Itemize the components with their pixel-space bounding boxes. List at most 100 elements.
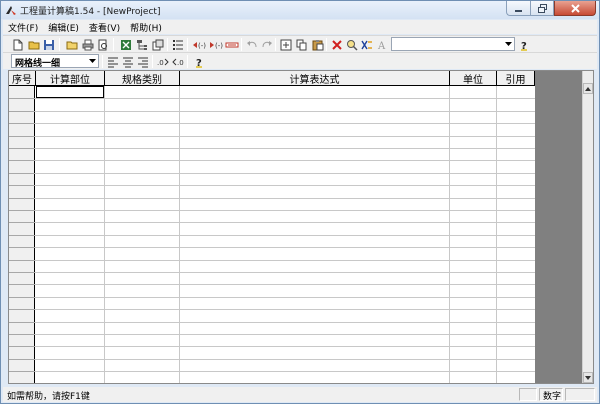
chevron-down-icon[interactable] xyxy=(87,56,97,66)
paste-button[interactable] xyxy=(311,38,324,51)
new-icon xyxy=(13,39,22,50)
preview-button[interactable] xyxy=(96,38,109,51)
insert-row-icon xyxy=(280,39,291,50)
row-header-divider xyxy=(9,235,35,236)
close-button[interactable] xyxy=(554,1,596,16)
row-header-divider xyxy=(9,210,35,211)
table-row xyxy=(9,297,535,298)
column-header-location[interactable]: 计算部位 xyxy=(36,71,105,86)
tree-button[interactable] xyxy=(135,38,148,51)
undo-icon xyxy=(246,40,256,47)
save-icon xyxy=(43,39,54,50)
save-button[interactable] xyxy=(42,38,55,51)
decimal-increase-button[interactable]: .0 xyxy=(156,55,169,68)
calc-button[interactable] xyxy=(360,38,373,51)
active-cell[interactable] xyxy=(36,86,104,98)
align-right-button[interactable] xyxy=(136,55,149,68)
arrow-up-icon xyxy=(585,86,591,91)
redo-icon xyxy=(262,40,272,47)
row-header-divider xyxy=(9,123,35,124)
new-button[interactable] xyxy=(11,38,24,51)
list-icon xyxy=(172,39,183,50)
grid-style-select[interactable]: 网格线一细 xyxy=(11,54,99,69)
preview-icon xyxy=(98,39,107,50)
app-window: 工程量计算稿1.54 - [NewProject] 文件(F) 编辑(E) 查看… xyxy=(0,0,600,404)
scroll-up-button[interactable] xyxy=(583,83,593,94)
help-icon: ? xyxy=(520,41,527,51)
help-button[interactable]: ? xyxy=(517,38,530,51)
find-icon xyxy=(346,39,358,51)
context-help-button[interactable]: ? xyxy=(192,55,205,68)
row-header-divider xyxy=(9,185,35,186)
toolbar-separator xyxy=(187,38,188,51)
app-icon xyxy=(6,6,16,15)
column-header-expression[interactable]: 计算表达式 xyxy=(180,71,450,86)
decimal-increase-icon: .0 xyxy=(157,58,169,67)
status-panel-empty xyxy=(519,388,537,401)
menu-file[interactable]: 文件(F) xyxy=(3,21,43,34)
column-header-spec[interactable]: 规格类别 xyxy=(105,71,180,86)
open-button[interactable] xyxy=(27,38,40,51)
copy-button[interactable] xyxy=(295,38,308,51)
menu-help[interactable]: 帮助(H) xyxy=(125,21,167,34)
grid-table[interactable]: 序号 计算部位 规格类别 计算表达式 单位 引用 xyxy=(9,71,535,383)
list-button[interactable] xyxy=(171,38,184,51)
redo-button[interactable] xyxy=(260,38,273,51)
insert-row-button[interactable] xyxy=(279,38,292,51)
maximize-button[interactable] xyxy=(530,1,554,16)
table-row xyxy=(9,160,535,161)
copy-format-button[interactable] xyxy=(151,38,164,51)
paste-icon xyxy=(312,39,323,50)
font-icon: A xyxy=(377,41,386,51)
print-icon xyxy=(82,39,93,50)
calc-icon xyxy=(360,40,372,49)
table-row xyxy=(9,346,535,347)
row-header-divider xyxy=(9,334,35,335)
minimize-button[interactable] xyxy=(506,1,530,16)
table-row xyxy=(9,371,535,372)
print-button[interactable] xyxy=(81,38,94,51)
spreadsheet[interactable]: 序号 计算部位 规格类别 计算表达式 单位 引用 xyxy=(8,70,594,384)
link-button[interactable] xyxy=(224,38,239,51)
row-header-divider xyxy=(9,346,35,347)
grid-style-value: 网格线一细 xyxy=(15,59,61,69)
column-header-reference[interactable]: 引用 xyxy=(497,71,535,86)
row-header-divider xyxy=(9,136,35,137)
menu-edit[interactable]: 编辑(E) xyxy=(43,21,84,34)
excel-button[interactable] xyxy=(119,38,132,51)
table-row xyxy=(9,198,535,199)
toolbar-separator xyxy=(187,55,188,68)
decimal-decrease-icon: .0 xyxy=(171,58,183,67)
undo-button[interactable] xyxy=(245,38,258,51)
link-icon xyxy=(225,42,238,47)
indent-left-button[interactable]: (-) xyxy=(191,38,206,51)
table-row xyxy=(9,247,535,248)
table-row xyxy=(9,111,535,112)
indent-right-button[interactable]: (-) xyxy=(208,38,223,51)
title-bar[interactable]: 工程量计算稿1.54 - [NewProject] xyxy=(1,1,599,19)
table-row xyxy=(9,309,535,310)
status-bar: 如需帮助，请按F1键 数字 xyxy=(3,387,597,402)
decimal-decrease-button[interactable]: .0 xyxy=(171,55,184,68)
folder-button[interactable] xyxy=(65,38,78,51)
toolbar-separator xyxy=(59,38,60,51)
column-header-unit[interactable]: 单位 xyxy=(450,71,497,86)
help-icon: ? xyxy=(195,58,202,68)
scroll-down-button[interactable] xyxy=(583,372,593,383)
find-button[interactable] xyxy=(345,38,358,51)
vertical-scrollbar[interactable] xyxy=(582,71,593,383)
toolbar-separator xyxy=(275,38,276,51)
row-header-divider xyxy=(9,160,35,161)
align-left-button[interactable] xyxy=(106,55,119,68)
font-button[interactable]: A xyxy=(375,38,388,51)
align-center-button[interactable] xyxy=(121,55,134,68)
menu-view[interactable]: 查看(V) xyxy=(84,21,125,34)
chevron-down-icon[interactable] xyxy=(503,39,513,49)
toolbar-combo[interactable] xyxy=(391,37,515,51)
table-row xyxy=(9,260,535,261)
column-header-index[interactable]: 序号 xyxy=(9,71,36,86)
close-icon xyxy=(570,3,580,13)
delete-button[interactable] xyxy=(330,38,343,51)
table-row xyxy=(9,98,535,99)
row-header-divider xyxy=(9,309,35,310)
